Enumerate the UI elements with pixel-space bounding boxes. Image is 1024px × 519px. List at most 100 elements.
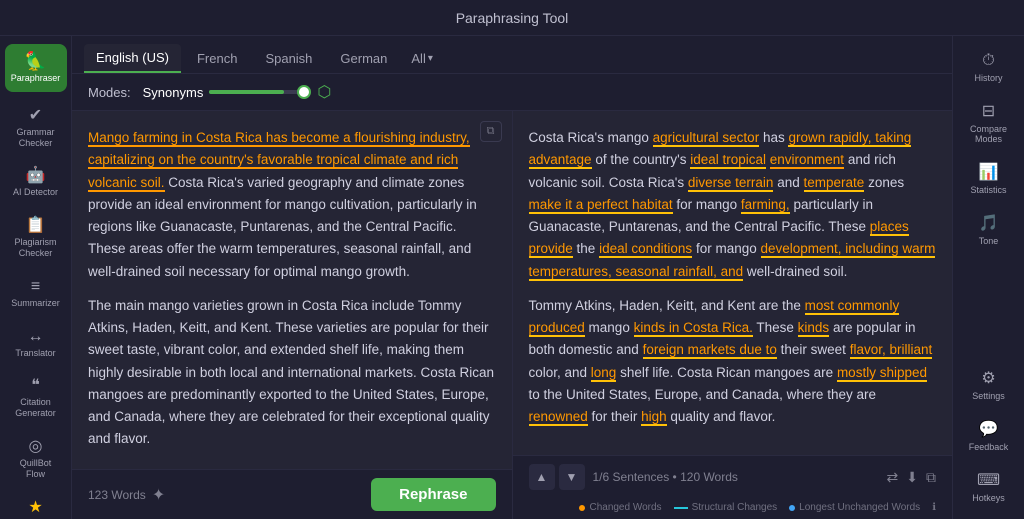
changed-word-20: high <box>641 409 667 426</box>
synonyms-label: Synonyms <box>143 85 204 100</box>
translator-icon: ↔ <box>28 329 44 345</box>
changed-word-7: make it a perfect habitat <box>529 197 673 214</box>
summarizer-label: Summarizer <box>11 298 60 309</box>
citation-icon: ❝ <box>31 378 40 394</box>
changed-word-17: long <box>591 365 617 382</box>
compare-icon[interactable]: ⇄ <box>887 469 899 486</box>
input-text-area[interactable]: ⧉ Mango farming in Costa Rica has become… <box>72 111 512 469</box>
hotkeys-icon: ⌨ <box>977 470 1000 490</box>
unchanged-text-6: the <box>577 241 596 256</box>
tab-english-us[interactable]: English (US) <box>84 44 181 73</box>
synonyms-mode[interactable]: Synonyms ⬡ <box>143 82 332 102</box>
magic-icon: ✦ <box>152 485 165 505</box>
word-count: 123 Words ✦ <box>88 485 165 505</box>
copy-output-icon[interactable]: ⧉ <box>926 469 936 486</box>
sidebar-item-translator[interactable]: ↔ Translator <box>5 321 67 367</box>
tab-spanish[interactable]: Spanish <box>253 45 324 72</box>
summarizer-icon: ≡ <box>31 279 40 295</box>
tone-label: Tone <box>979 236 999 246</box>
plagiarism-icon: 📋 <box>26 218 46 234</box>
page-title: Paraphrasing Tool <box>456 10 569 26</box>
translator-label: Translator <box>15 348 55 359</box>
synonyms-slider[interactable]: ⬡ <box>209 82 331 102</box>
changed-word-8: farming, <box>741 197 790 214</box>
right-sidebar-item-feedback[interactable]: 💬 Feedback <box>958 411 1020 460</box>
slider-thumb <box>297 85 311 99</box>
right-sidebar-item-hotkeys[interactable]: ⌨ Hotkeys <box>958 462 1020 511</box>
unchanged-text-3: zones <box>868 175 904 190</box>
changed-word-1: agricultural sector <box>653 130 760 147</box>
tab-all[interactable]: All ▾ <box>403 45 440 72</box>
modes-bar: Modes: Synonyms ⬡ <box>72 74 952 111</box>
changed-word-3: ideal tropical <box>690 152 766 169</box>
output-paragraph-2: Tommy Atkins, Haden, Keitt, and Kent are… <box>529 295 937 429</box>
changed-word-5: diverse terrain <box>688 175 774 192</box>
unchanged-text-8: well-drained soil. <box>747 264 848 279</box>
language-tabs: English (US) French Spanish German All ▾ <box>72 36 952 74</box>
sidebar-item-summarizer[interactable]: ≡ Summarizer <box>5 271 67 317</box>
content-area: English (US) French Spanish German All ▾… <box>72 36 952 519</box>
legend-info-icon[interactable]: ℹ <box>932 502 936 513</box>
right-sidebar-item-compare[interactable]: ⊟ Compare Modes <box>958 93 1020 152</box>
chevron-down-icon: ▾ <box>428 53 433 64</box>
modes-label: Modes: <box>88 85 131 100</box>
history-icon: ⏱ <box>982 52 994 70</box>
output-paragraph-1: Costa Rica's mango agricultural sector h… <box>529 127 937 283</box>
statistics-label: Statistics <box>970 185 1006 195</box>
flow-icon: ◎ <box>29 439 43 455</box>
changed-words-dot <box>579 505 585 511</box>
right-sidebar-item-tone[interactable]: 🎵 Tone <box>958 205 1020 254</box>
sidebar-item-paraphraser[interactable]: 🦜 Paraphraser <box>5 44 67 92</box>
sentence-info: 1/6 Sentences • 120 Words <box>593 470 738 484</box>
changed-word-6: temperate <box>804 175 865 192</box>
legend-longest: Longest Unchanged Words <box>789 502 920 513</box>
output-text-area[interactable]: Costa Rica's mango agricultural sector h… <box>513 111 953 455</box>
input-panel-footer: 123 Words ✦ Rephrase <box>72 469 512 519</box>
grammar-icon: ✔ <box>29 108 42 124</box>
changed-words-label: Changed Words <box>589 502 661 513</box>
citation-label: Citation Generator <box>11 397 61 419</box>
changed-word-10: ideal conditions <box>599 241 692 258</box>
sidebar-item-citation[interactable]: ❝ Citation Generator <box>5 370 67 427</box>
sidebar-item-flow[interactable]: ◎ QuillBot Flow <box>5 431 67 488</box>
prev-sentence-button[interactable]: ▲ <box>529 464 555 490</box>
right-sidebar-item-settings[interactable]: ⚙ Settings <box>958 360 1020 409</box>
output-action-icons: ⇄ ⬇ ⧉ <box>887 469 936 486</box>
sidebar-item-premium[interactable]: ★ QuillBot Premium <box>5 492 67 519</box>
next-sentence-button[interactable]: ▼ <box>559 464 585 490</box>
sidebar-item-ai-detector[interactable]: 🤖 AI Detector <box>5 160 67 206</box>
compare-modes-label: Compare Modes <box>964 124 1014 144</box>
unchanged-text-2: and <box>777 175 800 190</box>
input-paragraph-1: Mango farming in Costa Rica has become a… <box>88 127 496 283</box>
slider-fill <box>209 90 284 94</box>
sidebar-item-plagiarism[interactable]: 📋 Plagiarism Checker <box>5 210 67 267</box>
compare-modes-icon: ⊟ <box>982 101 995 121</box>
word-count-value: 123 Words <box>88 488 146 502</box>
quillbot-logo-icon: 🦜 <box>24 52 46 70</box>
settings-icon: ⚙ <box>981 368 995 388</box>
legend-changed-words: Changed Words <box>579 502 661 513</box>
output-panel: Costa Rica's mango agricultural sector h… <box>513 111 953 519</box>
sidebar-item-grammar[interactable]: ✔ Grammar Checker <box>5 100 67 157</box>
tab-german[interactable]: German <box>328 45 399 72</box>
ai-detector-icon: 🤖 <box>26 168 46 184</box>
output-footer-left: ▲ ▼ 1/6 Sentences • 120 Words <box>529 464 738 490</box>
rephrase-button[interactable]: Rephrase <box>371 478 495 511</box>
slider-end-icon: ⬡ <box>317 82 331 102</box>
tab-french[interactable]: French <box>185 45 249 72</box>
input-copy-button[interactable]: ⧉ <box>480 121 502 142</box>
premium-icon: ★ <box>28 500 42 516</box>
changed-word-4: environment <box>770 152 844 169</box>
editor-panels: ⧉ Mango farming in Costa Rica has become… <box>72 111 952 519</box>
ai-detector-label: AI Detector <box>13 187 58 198</box>
flow-label: QuillBot Flow <box>11 458 61 480</box>
right-sidebar-item-statistics[interactable]: 📊 Statistics <box>958 154 1020 203</box>
left-sidebar: 🦜 Paraphraser ✔ Grammar Checker 🤖 AI Det… <box>0 36 72 519</box>
right-sidebar-item-history[interactable]: ⏱ History <box>958 44 1020 91</box>
grammar-label: Grammar Checker <box>11 127 61 149</box>
changed-word-13: kinds in Costa Rica. <box>634 320 753 337</box>
download-icon[interactable]: ⬇ <box>906 469 918 486</box>
changed-word-14: kinds <box>798 320 830 337</box>
longest-label: Longest Unchanged Words <box>799 502 920 513</box>
top-bar: Paraphrasing Tool <box>0 0 1024 36</box>
